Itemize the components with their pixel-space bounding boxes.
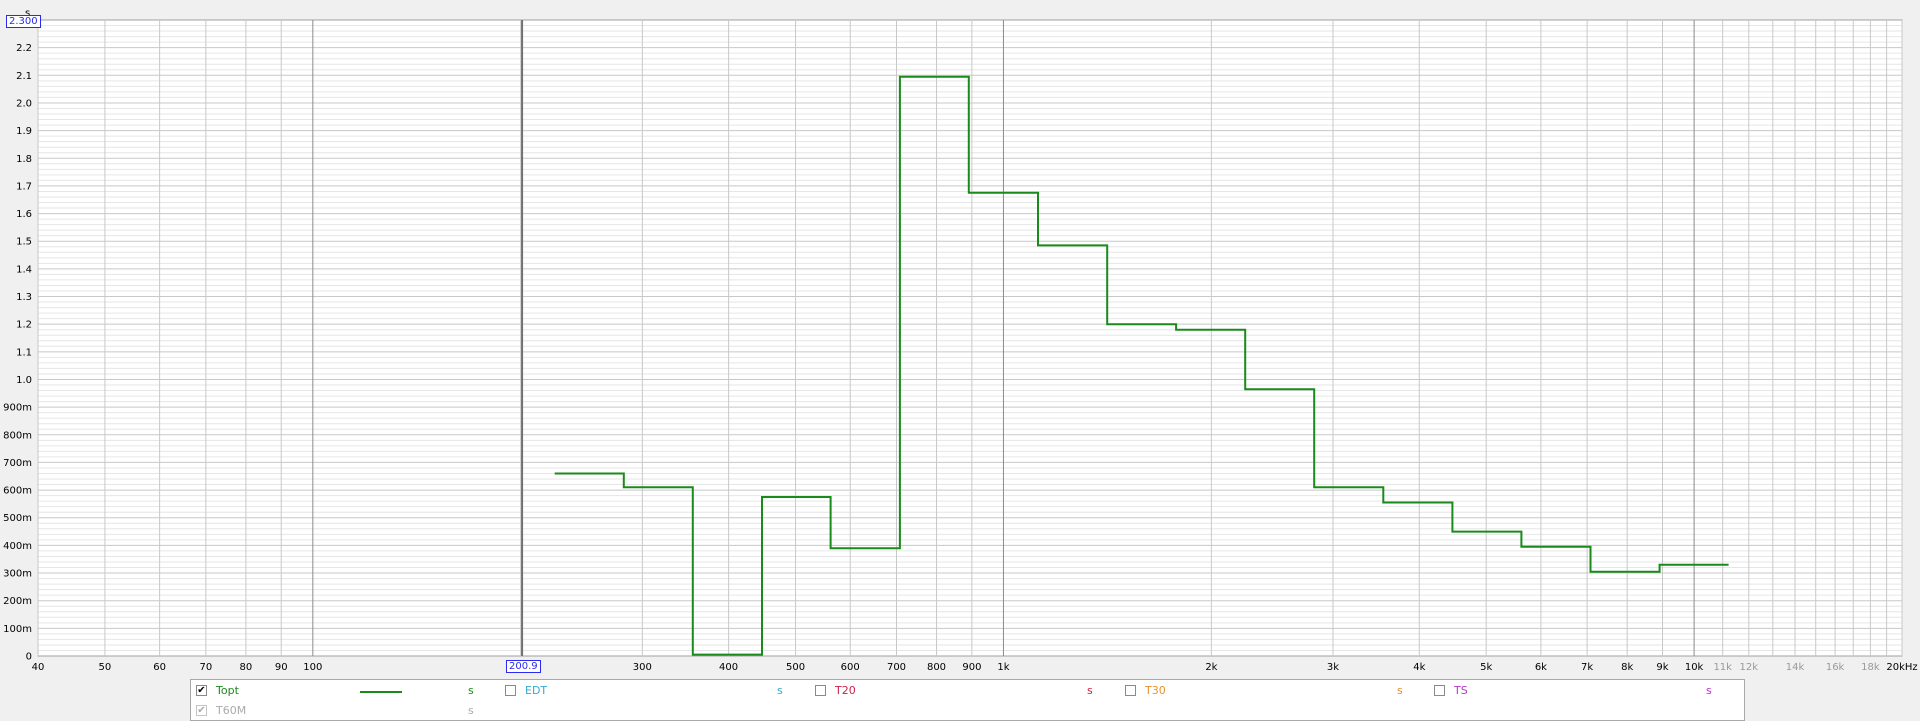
legend-item-topt[interactable]: ✔ Topt s (196, 682, 496, 700)
legend-unit-topt: s (468, 684, 474, 697)
legend-checkbox-t30[interactable] (1125, 685, 1136, 696)
legend-label-t30: T30 (1145, 684, 1166, 697)
x-tick-label: 6k (1535, 662, 1547, 673)
plot-area[interactable]: 40 50 60 70 80 90 100 300 400 500 600 700 800 900 1k 2k… (0, 0, 1920, 679)
y-tick-label: 700m (3, 458, 32, 469)
x-tick-label: 9k (1656, 662, 1668, 673)
x-tick-label: 90 (275, 662, 288, 673)
y-tick-label: 1.5 (16, 237, 32, 248)
y-tick-label: 300m (3, 569, 32, 580)
legend-checkbox-topt[interactable]: ✔ (196, 685, 207, 696)
legend-unit-t20: s (1087, 684, 1093, 697)
x-tick-label: 40 (32, 662, 45, 673)
x-tick-label: 18k (1861, 662, 1880, 673)
x-tick-label: 3k (1327, 662, 1339, 673)
x-tick-label: 10k (1685, 662, 1704, 673)
y-tick-label: 200m (3, 596, 32, 607)
legend-label-topt: Topt (216, 684, 239, 697)
y-tick-label: 1.6 (16, 209, 32, 220)
y-tick-label: 1.0 (16, 375, 32, 386)
y-cursor-readout[interactable]: 2.300 (6, 15, 41, 28)
x-tick-label: 80 (240, 662, 253, 673)
y-tick-label: 400m (3, 541, 32, 552)
x-tick-label: 20kHz (1886, 662, 1917, 673)
y-tick-label: 1.7 (16, 181, 32, 192)
y-tick-label: 600m (3, 486, 32, 497)
y-tick-label: 0 (26, 652, 32, 663)
x-tick-label: 400 (719, 662, 738, 673)
legend-unit-edt: s (777, 684, 783, 697)
plot-background (37, 19, 1903, 657)
legend-item-t20[interactable]: T20 s (815, 682, 1115, 700)
x-tick-label: 300 (633, 662, 652, 673)
x-tick-label: 11k (1713, 662, 1732, 673)
x-tick-label: 1k (997, 662, 1009, 673)
x-tick-label: 14k (1786, 662, 1805, 673)
x-tick-label: 50 (99, 662, 112, 673)
y-axis-ticks: 0 100m 200m 300m 400m 500m 600m 700m 800m 900m 1.0… (3, 43, 32, 662)
x-axis-ticks: 40 50 60 70 80 90 100 300 400 500 600 700 800 900 1k 2k… (32, 662, 1918, 673)
legend-item-t30[interactable]: T30 s (1125, 682, 1425, 700)
legend-unit-t60m: s (468, 704, 474, 717)
x-tick-label: 100 (303, 662, 322, 673)
y-tick-label: 900m (3, 403, 32, 414)
x-tick-label: 7k (1581, 662, 1593, 673)
y-tick-label: 800m (3, 430, 32, 441)
x-tick-label: 12k (1740, 662, 1759, 673)
y-tick-label: 1.4 (16, 264, 32, 275)
y-tick-label: 1.3 (16, 292, 32, 303)
x-tick-label: 600 (841, 662, 860, 673)
legend-item-t60m[interactable]: ✔ T60M s (196, 702, 496, 720)
x-tick-label: 500 (786, 662, 805, 673)
x-tick-label: 2k (1205, 662, 1217, 673)
x-tick-label: 70 (200, 662, 213, 673)
y-tick-label: 100m (3, 624, 32, 635)
x-tick-label: 60 (153, 662, 166, 673)
x-tick-label: 5k (1480, 662, 1492, 673)
x-tick-label: 700 (887, 662, 906, 673)
legend-label-t60m: T60M (216, 704, 247, 717)
x-tick-label: 800 (927, 662, 946, 673)
legend-checkbox-t20[interactable] (815, 685, 826, 696)
y-tick-label: 2.0 (16, 99, 32, 110)
y-tick-label: 1.9 (16, 126, 32, 137)
legend-label-edt: EDT (525, 684, 548, 697)
legend-label-t20: T20 (835, 684, 856, 697)
x-tick-label: 4k (1413, 662, 1425, 673)
legend-panel: ✔ Topt s EDT s T20 s T30 s TS s ✔ T60M s (190, 679, 1745, 721)
legend-checkbox-edt[interactable] (505, 685, 516, 696)
legend-swatch-topt (360, 691, 402, 693)
legend-unit-t30: s (1397, 684, 1403, 697)
legend-item-ts[interactable]: TS s (1434, 682, 1734, 700)
y-tick-label: 1.1 (16, 347, 32, 358)
y-tick-label: 1.8 (16, 154, 32, 165)
y-tick-label: 1.2 (16, 320, 32, 331)
legend-checkbox-t60m[interactable]: ✔ (196, 705, 207, 716)
y-tick-label: 2.1 (16, 71, 32, 82)
legend-label-ts: TS (1454, 684, 1468, 697)
legend-unit-ts: s (1706, 684, 1712, 697)
x-tick-label: 900 (962, 662, 981, 673)
legend-checkbox-ts[interactable] (1434, 685, 1445, 696)
y-tick-label: 2.2 (16, 43, 32, 54)
x-cursor-readout[interactable]: 200.9 (506, 660, 541, 673)
x-tick-label: 16k (1826, 662, 1845, 673)
x-tick-label: 8k (1621, 662, 1633, 673)
legend-item-edt[interactable]: EDT s (505, 682, 805, 700)
y-tick-label: 500m (3, 513, 32, 524)
